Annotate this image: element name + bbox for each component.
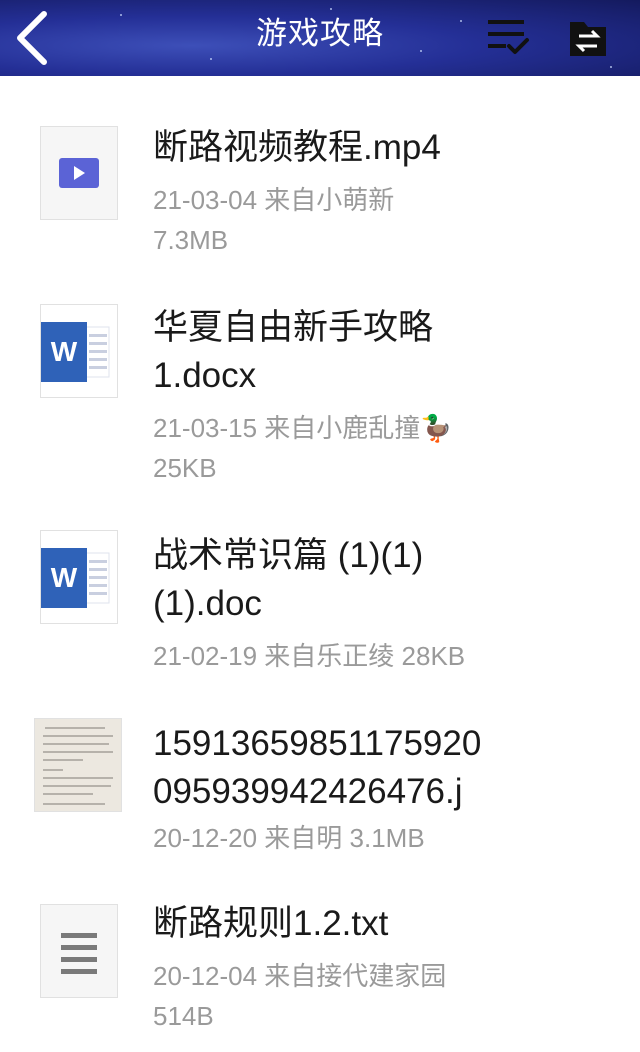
file-meta: 21-03-15 来自小鹿乱撞🦆 [153, 413, 453, 443]
folder-transfer-icon [570, 22, 606, 56]
file-name-cont: (1).doc [153, 584, 262, 623]
svg-text:W: W [51, 336, 78, 367]
file-meta: 20-12-20 来自明 3.1MB [153, 823, 425, 853]
nav-bar: 游戏攻略 [0, 0, 640, 76]
file-item[interactable]: W 华夏自由新手攻略 1.docx 21-03-15 来自小鹿乱撞🦆 25KB [0, 290, 640, 516]
file-name: 华夏自由新手攻略 [153, 308, 434, 347]
star-decoration [610, 66, 612, 68]
file-meta: 21-02-19 来自乐正绫 28KB [153, 641, 466, 671]
word-doc-icon: W [40, 530, 118, 624]
file-item[interactable]: 15913659851175920 095939942426476.j 20-1… [0, 706, 640, 896]
word-doc-icon: W [40, 304, 118, 398]
file-item[interactable]: W 战术常识篇 (1)(1) (1).doc 21-02-19 来自乐正绫 28… [0, 516, 640, 706]
file-meta: 20-12-04 来自接代建家园 [153, 961, 447, 991]
star-decoration [330, 8, 332, 10]
file-name-cont: 095939942426476.j [153, 772, 463, 811]
transfer-folder-button[interactable] [564, 14, 612, 62]
text-file-icon [40, 904, 118, 998]
image-thumbnail [34, 718, 122, 812]
file-name-cont: 1.docx [153, 356, 257, 395]
list-check-icon [488, 20, 529, 54]
multi-select-button[interactable] [484, 14, 532, 62]
page-title: 游戏攻略 [256, 16, 384, 52]
video-file-icon [40, 126, 118, 220]
svg-text:W: W [51, 562, 78, 593]
file-item[interactable]: 断路视频教程.mp4 21-03-04 来自小萌新 7.3MB [0, 76, 640, 290]
file-size: 25KB [153, 453, 217, 483]
file-meta: 21-03-04 来自小萌新 [153, 185, 395, 215]
file-name: 战术常识篇 (1)(1) [153, 536, 424, 575]
file-name: 断路规则1.2.txt [153, 904, 389, 943]
file-size: 7.3MB [153, 225, 229, 255]
file-item[interactable]: 断路规则1.2.txt 20-12-04 来自接代建家园 514B [0, 896, 640, 1052]
file-size: 514B [153, 1001, 214, 1031]
file-name: 断路视频教程.mp4 [153, 128, 441, 167]
file-name: 15913659851175920 [153, 724, 482, 763]
star-decoration [210, 58, 212, 60]
